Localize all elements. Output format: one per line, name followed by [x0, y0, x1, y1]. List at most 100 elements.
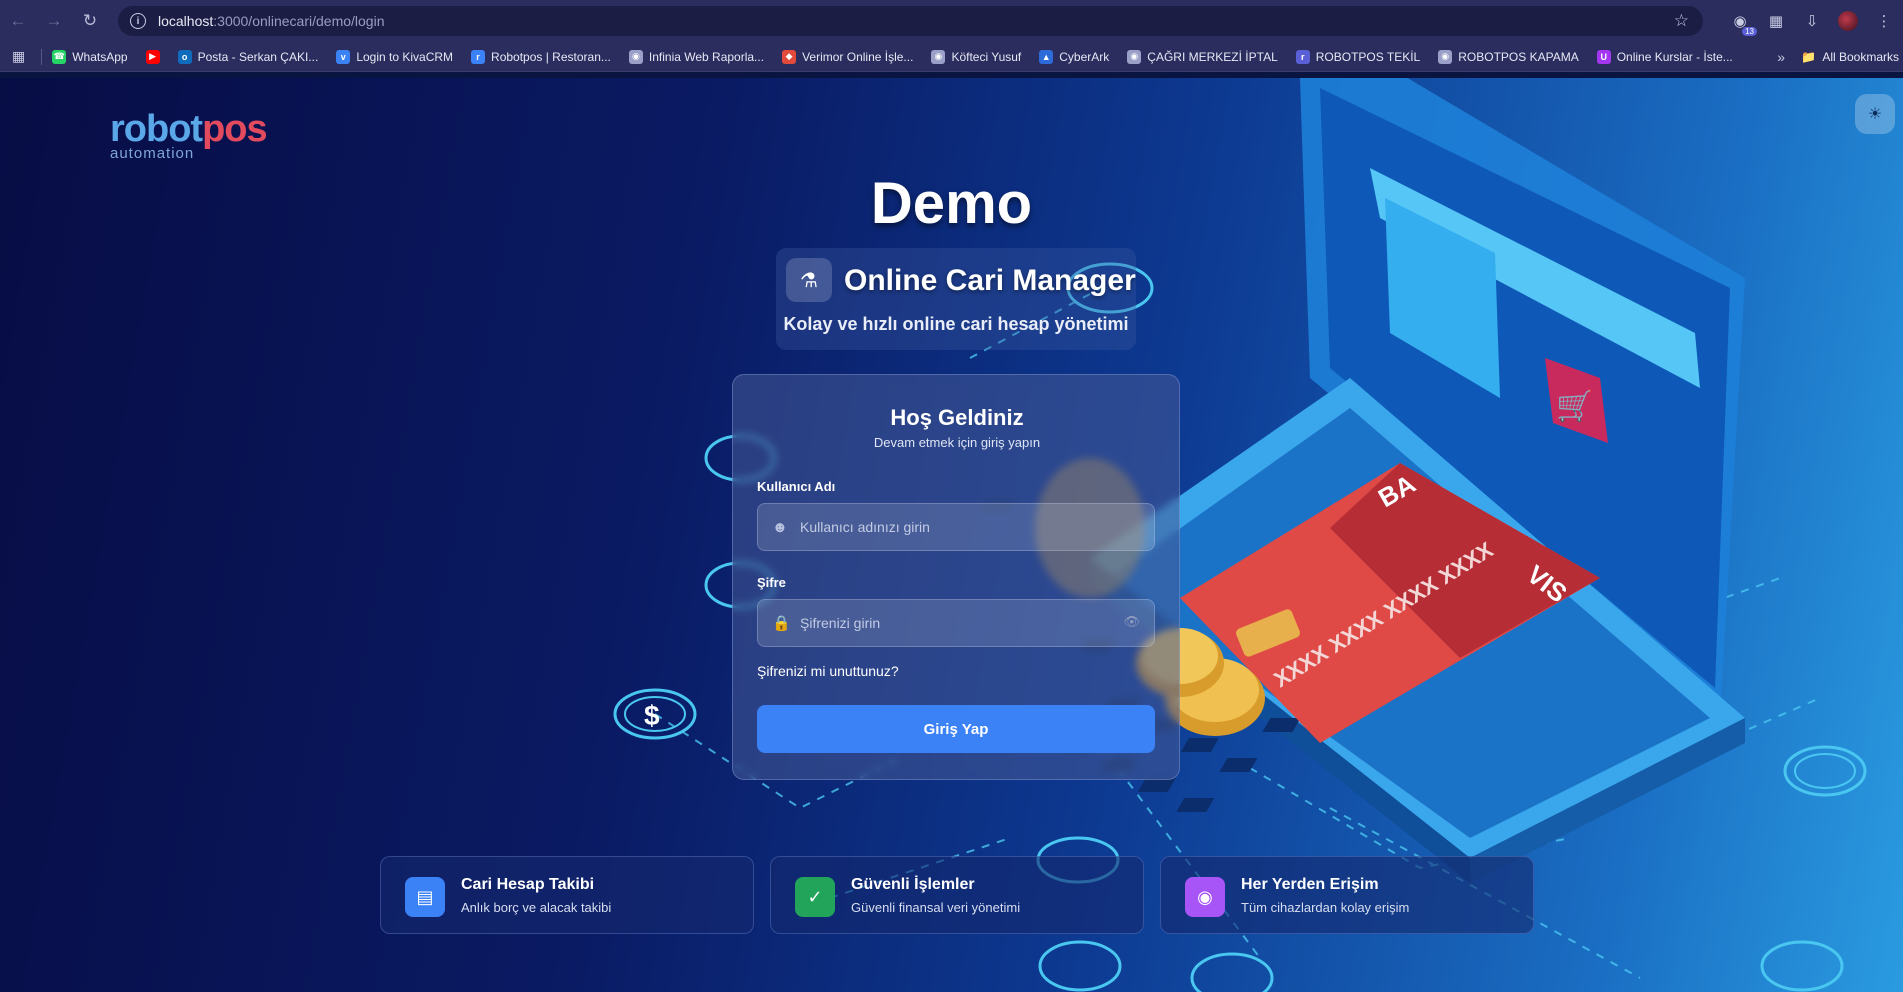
cyberark-icon: ▲ — [1039, 49, 1054, 64]
app-header-card: ⚗ Online Cari Manager Kolay ve hızlı onl… — [776, 248, 1136, 350]
kiva-icon: v — [336, 49, 351, 64]
whatsapp-icon: ☎ — [52, 49, 67, 64]
site-info-icon[interactable]: i — [130, 13, 146, 29]
apps-grid-icon[interactable]: ▦ — [12, 48, 25, 65]
bookmark-item[interactable]: r Robotpos | Restoran... — [471, 49, 611, 64]
handshake-icon: ⚗ — [786, 258, 832, 302]
bookmark-label: ÇAĞRI MERKEZİ İPTAL — [1147, 49, 1278, 64]
bar-chart-icon: ▤ — [405, 877, 445, 917]
bookmark-item[interactable]: ◉ ROBOTPOS KAPAMA — [1438, 49, 1579, 64]
feature-desc: Güvenli finansal veri yönetimi — [851, 900, 1021, 915]
feature-title: Cari Hesap Takibi — [461, 876, 595, 893]
password-field-wrapper: 🔒 👁 — [757, 599, 1155, 647]
bookmark-item[interactable]: o Posta - Serkan ÇAKI... — [177, 49, 319, 64]
udemy-icon: U — [1596, 49, 1611, 64]
address-bar[interactable]: i localhost:3000/onlinecari/demo/login ☆ — [118, 6, 1703, 36]
verimor-icon: ◆ — [782, 49, 797, 64]
bookmark-label: Login to KivaCRM — [356, 49, 454, 64]
feature-title: Güvenli İşlemler — [851, 876, 975, 893]
logo-text-pos: pos — [202, 108, 268, 150]
feature-desc: Tüm cihazlardan kolay erişim — [1241, 900, 1410, 915]
outlook-icon: o — [177, 49, 192, 64]
extension-badge: 13 — [1742, 27, 1757, 36]
feature-card-access: ◉ Her Yerden Erişim Tüm cihazlardan kola… — [1160, 856, 1534, 934]
browser-toolbar: ← → ↻ i localhost:3000/onlinecari/demo/l… — [0, 0, 1903, 42]
username-input[interactable] — [800, 519, 1120, 535]
app-tagline: Kolay ve hızlı online cari hesap yönetim… — [783, 314, 1129, 334]
bookmark-label: Verimor Online İşle... — [802, 49, 914, 64]
bookmark-item[interactable]: ▶ — [145, 49, 160, 64]
bookmark-item[interactable]: ☎ WhatsApp — [52, 49, 128, 64]
back-icon[interactable]: ← — [0, 0, 36, 42]
username-label: Kullanıcı Adı — [757, 479, 836, 494]
bookmark-separator — [41, 48, 43, 65]
login-page: $ XXXX XXXX XXXX XXXX BA VIS 🛒 robotpos … — [0, 78, 1903, 992]
youtube-icon: ▶ — [145, 49, 160, 64]
forward-icon[interactable]: → — [36, 0, 72, 42]
more-bookmarks-icon[interactable]: » — [1777, 49, 1785, 65]
globe-icon: ◉ — [628, 49, 643, 64]
globe-icon: ◉ — [1185, 877, 1225, 917]
forgot-password-link[interactable]: Şifrenizi mi unuttunuz? — [757, 663, 899, 679]
bookmark-label: Robotpos | Restoran... — [491, 49, 611, 64]
extension-icon[interactable]: ◉ 13 — [1729, 10, 1757, 36]
globe-icon: ◉ — [1127, 49, 1142, 64]
bookmark-item[interactable]: U Online Kurslar - İste... — [1596, 49, 1733, 64]
feature-title: Her Yerden Erişim — [1241, 876, 1379, 893]
bookmark-label: Infinia Web Raporla... — [648, 49, 765, 64]
robotpos-icon: r — [471, 49, 486, 64]
all-bookmarks[interactable]: 📁 All Bookmarks — [1801, 50, 1899, 64]
bookmark-item[interactable]: ◉ ÇAĞRI MERKEZİ İPTAL — [1127, 49, 1278, 64]
globe-icon: ◉ — [931, 49, 946, 64]
password-label: Şifre — [757, 575, 786, 590]
bookmark-item[interactable]: v Login to KivaCRM — [336, 49, 454, 64]
robotpos-icon: r — [1295, 49, 1310, 64]
login-card: Hoş Geldiniz Devam etmek için giriş yapı… — [732, 374, 1180, 780]
theme-toggle-sun-icon[interactable]: ☀ — [1855, 94, 1895, 134]
username-field-wrapper: ☻ — [757, 503, 1155, 551]
bookmark-item[interactable]: ◆ Verimor Online İşle... — [782, 49, 914, 64]
feature-cards: ▤ Cari Hesap Takibi Anlık borç ve alacak… — [380, 856, 1534, 934]
bookmark-star-icon[interactable]: ☆ — [1674, 11, 1689, 31]
app-name: Online Cari Manager — [844, 264, 1136, 297]
robotpos-logo: robotpos automation — [110, 108, 268, 162]
bookmark-list: ☎ WhatsApp ▶ o Posta - Serkan ÇAKI... v Login … — [52, 49, 1751, 64]
logo-text-robot: robot — [110, 108, 203, 150]
folder-icon: 📁 — [1801, 50, 1817, 64]
feature-card-account-tracking: ▤ Cari Hesap Takibi Anlık borç ve alacak… — [380, 856, 754, 934]
svg-text:$: $ — [644, 700, 660, 731]
page-title: Demo — [870, 171, 1033, 236]
url-host: localhost — [158, 13, 214, 29]
login-button[interactable]: Giriş Yap — [757, 705, 1155, 753]
bookmark-label: ROBOTPOS TEKİL — [1315, 49, 1421, 64]
extensions-puzzle-icon[interactable]: ▦ — [1765, 10, 1787, 32]
bookmark-label: Köfteci Yusuf — [951, 49, 1022, 64]
bookmark-item[interactable]: ▲ CyberArk — [1039, 49, 1110, 64]
bookmark-item[interactable]: ◉ Infinia Web Raporla... — [628, 49, 765, 64]
user-icon: ☻ — [772, 518, 788, 536]
menu-kebab-icon[interactable]: ⋮ — [1873, 10, 1895, 32]
bookmarks-bar: ▦ ☎ WhatsApp ▶ o Posta - Serkan ÇAKI... v Logi… — [0, 42, 1903, 72]
bookmark-item[interactable]: ◉ Köfteci Yusuf — [931, 49, 1022, 64]
bookmark-label: ROBOTPOS KAPAMA — [1458, 49, 1579, 64]
bookmark-item[interactable]: r ROBOTPOS TEKİL — [1295, 49, 1421, 64]
show-password-eye-icon[interactable]: 👁 — [1123, 614, 1140, 630]
password-input[interactable] — [800, 615, 1120, 631]
download-icon[interactable]: ⇩ — [1801, 10, 1823, 32]
all-bookmarks-label: All Bookmarks — [1822, 50, 1899, 64]
url-path: :3000/onlinecari/demo/login — [213, 13, 385, 29]
feature-card-secure: ✓ Güvenli İşlemler Güvenli finansal veri… — [770, 856, 1144, 934]
login-title: Hoş Geldiniz — [890, 405, 1024, 430]
login-subtitle: Devam etmek için giriş yapın — [873, 435, 1041, 450]
bookmark-label: Posta - Serkan ÇAKI... — [197, 49, 319, 64]
profile-avatar[interactable] — [1837, 10, 1859, 32]
globe-icon: ◉ — [1438, 49, 1453, 64]
svg-text:🛒: 🛒 — [1556, 388, 1593, 424]
lock-icon: 🔒 — [772, 615, 791, 632]
bookmark-label: WhatsApp — [72, 49, 128, 64]
reload-icon[interactable]: ↻ — [72, 0, 108, 42]
shield-check-icon: ✓ — [795, 877, 835, 917]
bookmark-label: Online Kurslar - İste... — [1616, 49, 1733, 64]
feature-desc: Anlık borç ve alacak takibi — [461, 900, 612, 915]
bookmark-label: CyberArk — [1059, 49, 1110, 64]
